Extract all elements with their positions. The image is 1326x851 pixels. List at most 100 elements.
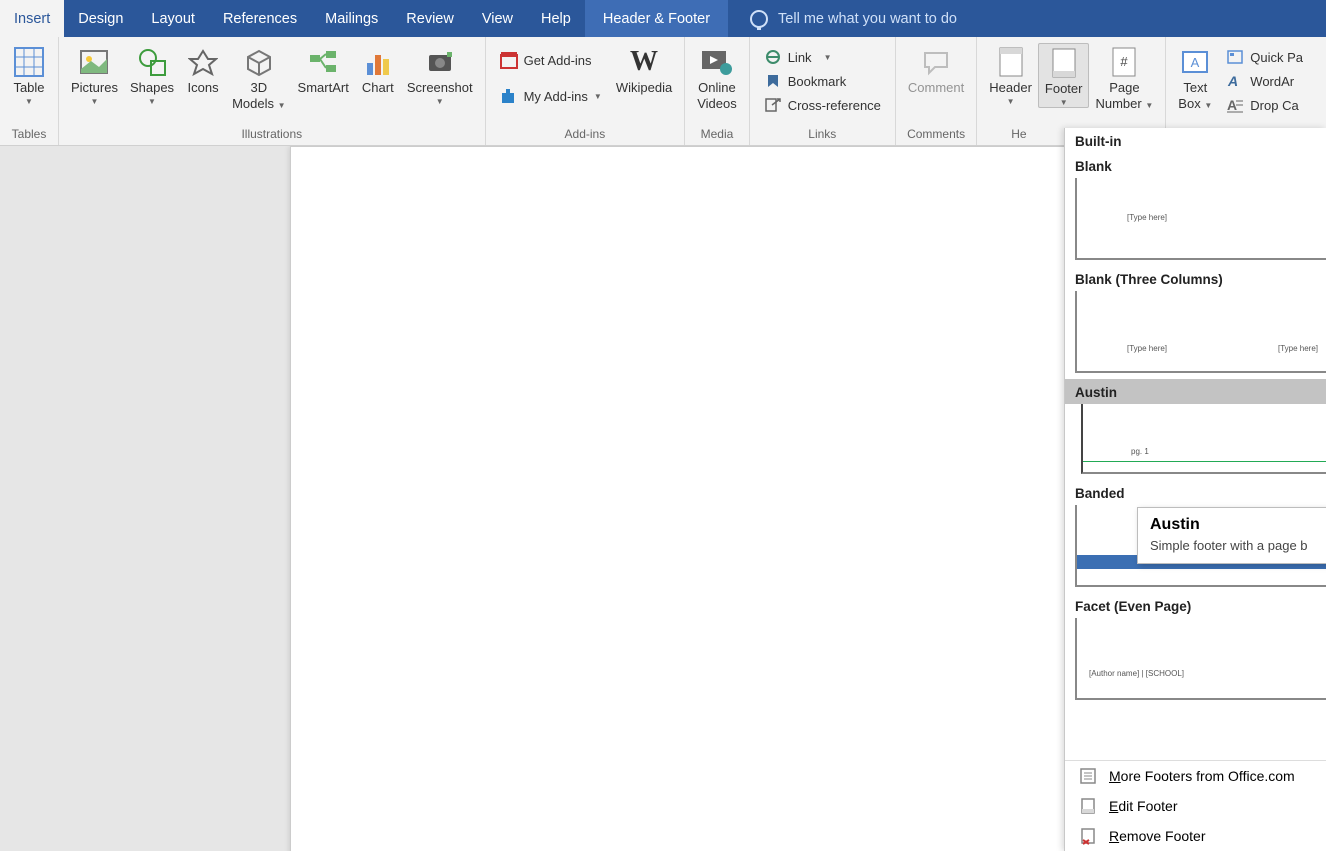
edit-footer[interactable]: Edit Footer: [1065, 791, 1326, 821]
chevron-down-icon: ▼: [824, 53, 832, 62]
crossref-button[interactable]: Cross-reference: [764, 95, 881, 115]
shapes-label: Shapes: [130, 81, 174, 95]
remove-footer[interactable]: Remove Footer: [1065, 821, 1326, 851]
footer-button[interactable]: Footer ▼: [1038, 43, 1090, 108]
tell-me-search[interactable]: Tell me what you want to do: [728, 0, 957, 37]
remove-footer-label: Remove Footer: [1109, 828, 1206, 844]
quick-parts-button[interactable]: Quick Pa: [1226, 47, 1303, 67]
tab-help[interactable]: Help: [527, 0, 585, 37]
more-footers-office[interactable]: More Footers from Office.com: [1065, 761, 1326, 791]
preview-placeholder: [Type here]: [1127, 344, 1167, 353]
wikipedia-label: Wikipedia: [616, 81, 672, 95]
gallery-item-blank3[interactable]: Blank (Three Columns): [1065, 266, 1326, 291]
gallery-preview-blank[interactable]: [Type here]: [1075, 178, 1326, 260]
tab-design[interactable]: Design: [64, 0, 137, 37]
dropcap-button[interactable]: A Drop Ca: [1226, 95, 1303, 115]
wikipedia-button[interactable]: W Wikipedia: [610, 43, 678, 95]
chart-icon: [361, 45, 395, 79]
gallery-preview-blank3[interactable]: [Type here] [Type here]: [1075, 291, 1326, 373]
3d-models-label-2: Models: [232, 96, 274, 111]
table-label: Table: [13, 81, 44, 95]
video-icon: [700, 45, 734, 79]
text-box-button[interactable]: A Text Box ▼: [1172, 43, 1218, 112]
pictures-button[interactable]: Pictures ▼: [65, 43, 124, 106]
tab-header-footer[interactable]: Header & Footer: [585, 0, 728, 37]
comment-button[interactable]: Comment: [902, 43, 970, 95]
gallery-item-facet[interactable]: Facet (Even Page): [1065, 593, 1326, 618]
dropcap-icon: A: [1226, 97, 1244, 113]
tab-view[interactable]: View: [468, 0, 527, 37]
gallery-item-austin[interactable]: Austin: [1065, 379, 1326, 404]
icons-label: Icons: [188, 81, 219, 95]
gallery-preview-facet[interactable]: [Author name] | [SCHOOL]: [1075, 618, 1326, 700]
header-icon: [994, 45, 1028, 79]
preview-placeholder: [Type here]: [1278, 344, 1318, 353]
page-number-button[interactable]: # Page Number ▼: [1089, 43, 1159, 112]
bookmark-label: Bookmark: [788, 74, 847, 89]
dropcap-label: Drop Ca: [1250, 98, 1298, 113]
quickparts-icon: [1226, 49, 1244, 65]
lightbulb-icon: [750, 10, 768, 28]
group-tables: Table ▼ Tables: [0, 37, 59, 145]
bookmark-button[interactable]: Bookmark: [764, 71, 881, 91]
page-number-label-1: Page: [1109, 81, 1139, 95]
gallery-item-blank[interactable]: Blank: [1065, 153, 1326, 178]
wordart-button[interactable]: A WordAr: [1226, 71, 1303, 91]
tab-references[interactable]: References: [209, 0, 311, 37]
my-addins-button[interactable]: My Add-ins ▼: [500, 85, 602, 107]
smartart-label: SmartArt: [298, 81, 349, 95]
quickparts-label: Quick Pa: [1250, 50, 1303, 65]
group-label-links: Links: [750, 127, 895, 145]
group-label-addins: Add-ins: [486, 127, 685, 145]
smartart-button[interactable]: SmartArt: [292, 43, 355, 95]
group-comments: Comment Comments: [896, 37, 977, 145]
chevron-down-icon: ▼: [148, 97, 156, 106]
tab-review[interactable]: Review: [392, 0, 468, 37]
preview-facet-txt: [Author name] | [SCHOOL]: [1089, 669, 1184, 678]
gallery-preview-austin[interactable]: pg. 1: [1081, 404, 1326, 474]
tooltip-title: Austin: [1150, 516, 1324, 534]
group-illustrations: Pictures ▼ Shapes ▼ Icons 3D Models ▼ Sm…: [59, 37, 486, 145]
get-addins-label: Get Add-ins: [524, 53, 592, 68]
tooltip-body: Simple footer with a page b: [1150, 538, 1324, 553]
textbox-icon: A: [1178, 45, 1212, 79]
my-addins-label: My Add-ins: [524, 89, 588, 104]
tell-me-placeholder: Tell me what you want to do: [778, 11, 957, 27]
addin-icon: [500, 87, 518, 105]
crossref-icon: [764, 97, 782, 113]
wordart-icon: A: [1226, 73, 1244, 89]
screenshot-icon: [423, 45, 457, 79]
page-number-label-2: Number: [1095, 96, 1141, 111]
comment-label: Comment: [908, 81, 964, 95]
chart-button[interactable]: Chart: [355, 43, 401, 95]
screenshot-button[interactable]: Screenshot ▼: [401, 43, 479, 106]
comment-icon: [919, 45, 953, 79]
3d-models-button[interactable]: 3D Models ▼: [226, 43, 291, 112]
table-button[interactable]: Table ▼: [6, 43, 52, 106]
group-label-illustrations: Illustrations: [59, 127, 485, 145]
get-addins-button[interactable]: Get Add-ins: [500, 49, 602, 71]
svg-text:A: A: [1191, 55, 1200, 70]
gallery-builtin-header: Built-in: [1065, 128, 1326, 153]
chevron-down-icon: ▼: [1060, 98, 1068, 107]
smartart-icon: [306, 45, 340, 79]
3d-models-label-1: 3D: [250, 81, 267, 95]
tab-layout[interactable]: Layout: [137, 0, 209, 37]
group-media: Online Videos Media: [685, 37, 750, 145]
icons-button[interactable]: Icons: [180, 43, 226, 95]
tabs-bar: Insert Design Layout References Mailings…: [0, 0, 1326, 37]
link-icon: [764, 49, 782, 65]
header-button[interactable]: Header ▼: [983, 43, 1038, 106]
chevron-down-icon: ▼: [278, 101, 286, 110]
shapes-button[interactable]: Shapes ▼: [124, 43, 180, 106]
gallery-item-banded[interactable]: Banded: [1065, 480, 1326, 505]
document-page[interactable]: [290, 146, 1065, 851]
group-addins: Get Add-ins My Add-ins ▼ W Wikipedia Add…: [486, 37, 686, 145]
page-number-icon: #: [1107, 45, 1141, 79]
table-icon: [12, 45, 46, 79]
tab-mailings[interactable]: Mailings: [311, 0, 392, 37]
tab-insert[interactable]: Insert: [0, 0, 64, 37]
group-label-media: Media: [685, 127, 749, 145]
online-videos-button[interactable]: Online Videos: [691, 43, 743, 112]
link-button[interactable]: Link ▼: [764, 47, 881, 67]
